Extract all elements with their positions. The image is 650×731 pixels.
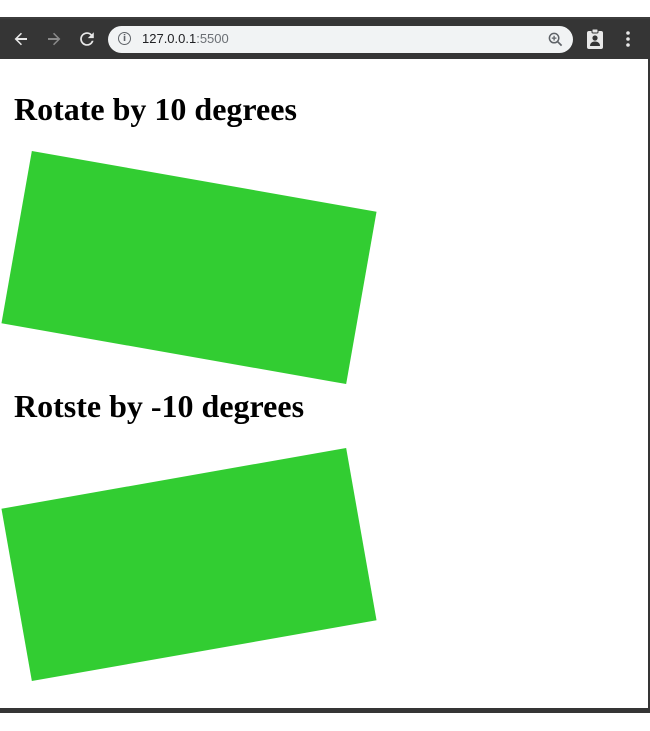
forward-button[interactable]	[41, 26, 67, 52]
reload-icon	[80, 32, 94, 46]
rotated-box-negative	[1, 447, 377, 682]
more-vertical-icon[interactable]	[618, 27, 638, 51]
address-bar[interactable]: i 127.0.0.1:5500	[108, 26, 573, 53]
zoom-icon[interactable]	[547, 31, 563, 47]
heading-rotate-minus-10: Rotste by -10 degrees	[14, 388, 305, 424]
extension-icon[interactable]	[585, 28, 605, 50]
browser-toolbar: i 127.0.0.1:5500	[0, 19, 650, 59]
reload-button[interactable]	[74, 26, 100, 52]
back-button[interactable]	[8, 26, 34, 52]
arrow-left-icon	[14, 32, 27, 46]
url-host: 127.0.0.1	[142, 31, 197, 46]
window-frame-bottom	[0, 708, 650, 713]
heading-rotate-10: Rotate by 10 degrees	[14, 91, 297, 127]
arrow-right-icon	[48, 32, 61, 46]
url-port: :5500	[196, 31, 229, 46]
url-text[interactable]: 127.0.0.1:5500	[142, 31, 229, 46]
info-icon[interactable]: i	[118, 32, 131, 45]
rotated-box-positive	[1, 150, 377, 385]
page-viewport: Rotate by 10 degrees Rotste by -10 degre…	[0, 59, 650, 708]
